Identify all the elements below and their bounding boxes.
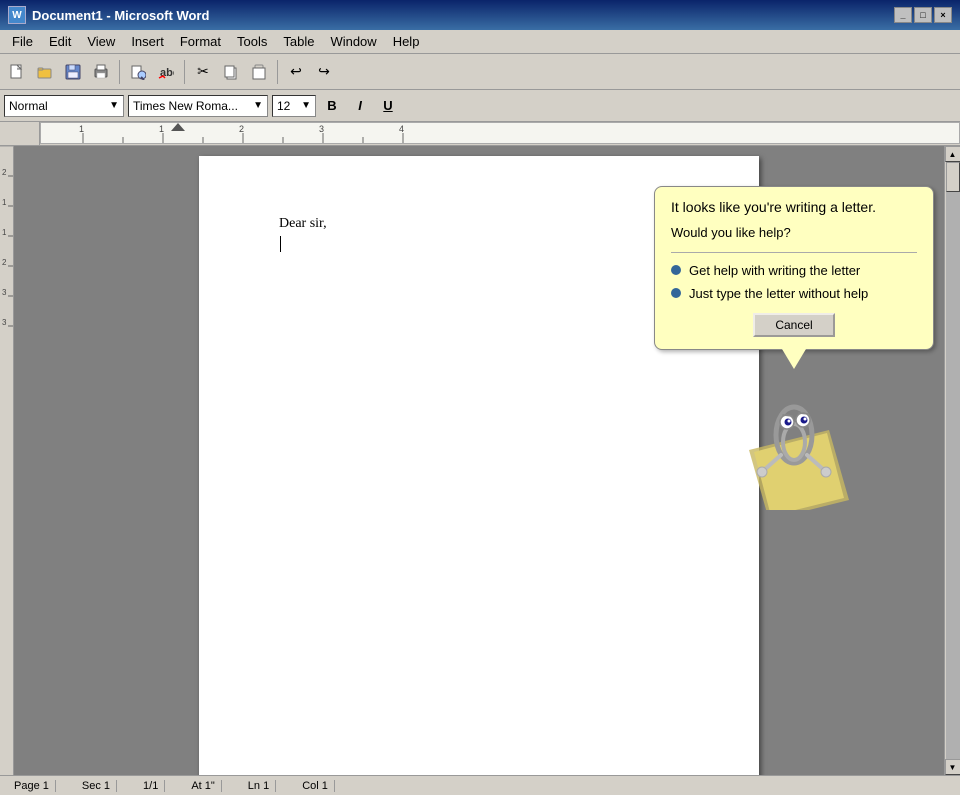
save-button[interactable] (60, 59, 86, 85)
clippy-cancel-button[interactable]: Cancel (753, 313, 834, 337)
svg-text:1: 1 (79, 124, 84, 134)
menu-format[interactable]: Format (172, 32, 229, 51)
copy-button[interactable] (218, 59, 244, 85)
clippy-option-1[interactable]: Get help with writing the letter (671, 263, 917, 278)
scroll-thumb[interactable] (946, 162, 960, 192)
clippy-title: It looks like you're writing a letter. (671, 199, 917, 215)
horizontal-ruler: 1 1 2 3 4 (40, 122, 960, 144)
svg-text:2: 2 (2, 168, 7, 177)
spell-check-button[interactable]: abc (153, 59, 179, 85)
status-at: At 1" (185, 780, 221, 792)
clippy-bubble: It looks like you're writing a letter. W… (654, 186, 934, 350)
document-area: 2 1 1 2 3 3 Dear sir, It looks like you'… (0, 146, 960, 775)
standard-toolbar: abc ✂ ↩ ↪ (0, 54, 960, 90)
undo-button[interactable]: ↩ (283, 59, 309, 85)
svg-text:3: 3 (319, 124, 324, 134)
window-controls: _ □ × (894, 7, 952, 23)
style-dropdown-arrow: ▼ (109, 100, 119, 111)
page-area: Dear sir, It looks like you're writing a… (14, 146, 944, 775)
menu-edit[interactable]: Edit (41, 32, 79, 51)
menu-insert[interactable]: Insert (123, 32, 172, 51)
scroll-down-button[interactable]: ▼ (945, 759, 960, 775)
clippy-option-1-label: Get help with writing the letter (689, 263, 860, 278)
style-dropdown[interactable]: Normal ▼ (4, 95, 124, 117)
scroll-track[interactable] (946, 162, 960, 759)
paste-button[interactable] (246, 59, 272, 85)
menu-bar: File Edit View Insert Format Tools Table… (0, 30, 960, 54)
font-dropdown-arrow: ▼ (253, 100, 263, 111)
toolbar-separator-2 (184, 60, 185, 84)
menu-window[interactable]: Window (322, 32, 384, 51)
close-button[interactable]: × (934, 7, 952, 23)
title-bar: W Document1 - Microsoft Word _ □ × (0, 0, 960, 30)
font-value: Times New Roma... (133, 99, 238, 113)
bold-button[interactable]: B (320, 95, 344, 117)
status-page: Page 1 (8, 780, 56, 792)
text-cursor (280, 236, 281, 252)
italic-button[interactable]: I (348, 95, 372, 117)
size-value: 12 (277, 99, 290, 113)
clippy-option-2-label: Just type the letter without help (689, 286, 868, 301)
menu-view[interactable]: View (79, 32, 123, 51)
cut-button[interactable]: ✂ (190, 59, 216, 85)
size-dropdown-arrow: ▼ (301, 100, 311, 111)
clippy-divider (671, 252, 917, 253)
window-title: Document1 - Microsoft Word (32, 8, 209, 23)
vertical-ruler: 2 1 1 2 3 3 (0, 146, 14, 775)
svg-text:1: 1 (2, 198, 7, 207)
svg-text:1: 1 (159, 124, 164, 134)
clippy-bullet-1 (671, 265, 681, 275)
toolbar-separator-3 (277, 60, 278, 84)
svg-text:2: 2 (239, 124, 244, 134)
clippy-figure-area (654, 380, 934, 510)
size-dropdown[interactable]: 12 ▼ (272, 95, 316, 117)
style-value: Normal (9, 99, 48, 113)
clippy-bullet-2 (671, 288, 681, 298)
redo-button[interactable]: ↪ (311, 59, 337, 85)
format-toolbar: Normal ▼ Times New Roma... ▼ 12 ▼ B I U (0, 90, 960, 122)
minimize-button[interactable]: _ (894, 7, 912, 23)
clippy-cancel-row: Cancel (671, 313, 917, 337)
svg-text:3: 3 (2, 288, 7, 297)
new-button[interactable] (4, 59, 30, 85)
underline-button[interactable]: U (376, 95, 400, 117)
menu-table[interactable]: Table (275, 32, 322, 51)
vertical-scrollbar[interactable]: ▲ ▼ (944, 146, 960, 775)
menu-help[interactable]: Help (385, 32, 428, 51)
svg-text:1: 1 (2, 228, 7, 237)
clippy-question: Would you like help? (671, 225, 917, 240)
toolbar-separator-1 (119, 60, 120, 84)
svg-text:2: 2 (2, 258, 7, 267)
clippy-option-2[interactable]: Just type the letter without help (671, 286, 917, 301)
scroll-up-button[interactable]: ▲ (945, 146, 960, 162)
status-sec: Sec 1 (76, 780, 117, 792)
status-ln: Ln 1 (242, 780, 276, 792)
menu-tools[interactable]: Tools (229, 32, 275, 51)
font-dropdown[interactable]: Times New Roma... ▼ (128, 95, 268, 117)
app-icon: W (8, 6, 26, 24)
svg-text:4: 4 (399, 124, 404, 134)
svg-text:3: 3 (2, 318, 7, 327)
status-bar: Page 1 Sec 1 1/1 At 1" Ln 1 Col 1 (0, 775, 960, 795)
status-col: Col 1 (296, 780, 335, 792)
open-button[interactable] (32, 59, 58, 85)
clippy-svg (729, 380, 859, 510)
clippy-container: It looks like you're writing a letter. W… (654, 186, 934, 510)
maximize-button[interactable]: □ (914, 7, 932, 23)
print-button[interactable] (88, 59, 114, 85)
print-preview-button[interactable] (125, 59, 151, 85)
ruler-left-margin (0, 122, 40, 145)
menu-file[interactable]: File (4, 32, 41, 51)
ruler-container: 1 1 2 3 4 (0, 122, 960, 146)
document-text-line1: Dear sir, (279, 216, 699, 232)
status-position: 1/1 (137, 780, 165, 792)
